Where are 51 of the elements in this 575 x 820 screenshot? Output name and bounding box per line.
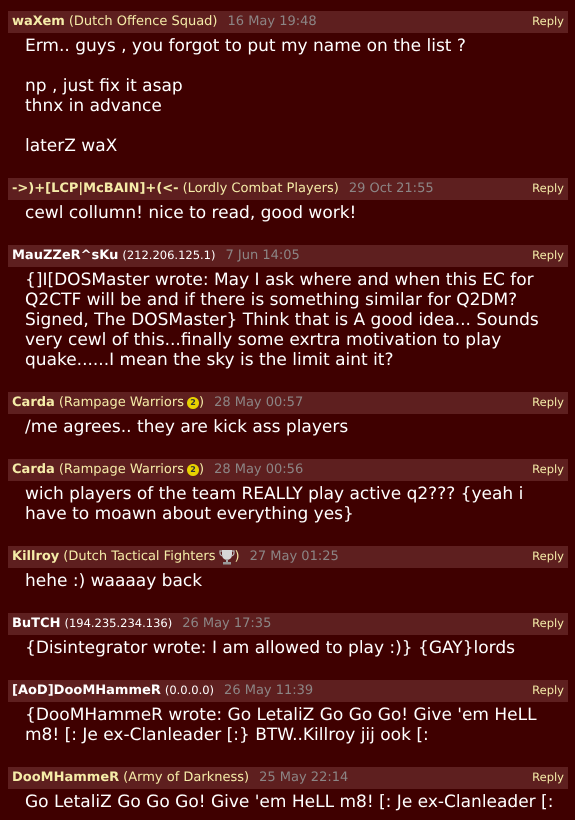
author-name: Carda: [12, 461, 55, 480]
medal-icon: 2: [187, 464, 199, 476]
affiliation-end: ): [199, 394, 204, 412]
comment-text: /me agrees.. they are kick ass players: [24, 416, 350, 439]
medal-icon: 2: [187, 397, 199, 409]
affiliation-end: ): [199, 461, 204, 480]
comment-date: 29 Oct 21:55: [348, 180, 434, 198]
reply-link[interactable]: Reply: [532, 247, 564, 265]
reply-link[interactable]: Reply: [532, 548, 564, 566]
comment-date: 26 May 17:35: [182, 615, 272, 634]
author-affiliation: (Army of Darkness): [123, 769, 250, 788]
comment-text: Go LetaliZ Go Go Go! Give 'em HeLL m8! [: Je ex-Clanleader [:: [24, 791, 554, 812]
reply-link[interactable]: Reply: [532, 394, 564, 412]
reply-link[interactable]: Reply: [532, 615, 564, 633]
comment-date: 25 May 22:14: [259, 769, 348, 788]
reply-link[interactable]: Reply: [532, 682, 564, 700]
comment-text: Erm.. guys , you forgot to put my name on the list ? np , just fix it asap thnx in advance laterZ waX: [24, 35, 467, 158]
comment-date: 28 May 00:56: [214, 461, 304, 480]
comment-text: cewl collumn! nice to read, good work!: [24, 202, 358, 225]
author-name: DooMHammeR: [12, 769, 120, 788]
comment-text: hehe :) waaaay back: [24, 570, 204, 593]
author-affiliation: (Dutch Tactical Fighters: [63, 548, 216, 566]
comment-date: 7 Jun 14:05: [225, 247, 300, 266]
author-affiliation: (Lordly Combat Players): [182, 180, 339, 198]
affiliation-end: ): [234, 548, 240, 566]
reply-link[interactable]: Reply: [532, 769, 564, 787]
reply-link[interactable]: Reply: [532, 461, 564, 479]
author-affiliation: (212.206.125.1): [122, 247, 216, 264]
comment-date: 28 May 00:57: [214, 394, 304, 412]
comment-text: {Disintegrator wrote: I am allowed to play :)} {GAY}lords: [24, 637, 516, 660]
author-affiliation: (0.0.0.0): [164, 682, 214, 700]
comment-date: 27 May 01:25: [250, 548, 339, 566]
author-affiliation: (Rampage Warriors: [58, 461, 184, 480]
author-name: Killroy: [12, 548, 60, 566]
comment-text: {DooMHammeR wrote: Go LetaliZ Go Go Go! Give 'em HeLL m8! [: Je ex-Clanleader [:} BTW..Killroy jij ook [:: [24, 704, 538, 747]
author-name: BuTCH: [12, 615, 60, 634]
reply-link[interactable]: Reply: [532, 13, 564, 31]
author-name: [AoD]DooMHammeR: [12, 682, 161, 700]
reply-link[interactable]: Reply: [532, 180, 564, 198]
comment-text: wich players of the team REALLY play active q2??? {yeah i have to moawn about everything yes}: [24, 483, 524, 526]
author-name: waXem: [12, 13, 65, 32]
author-affiliation: (Dutch Offence Squad): [68, 13, 218, 32]
comment-date: 16 May 19:48: [228, 13, 317, 32]
author-affiliation: (Rampage Warriors: [58, 394, 184, 412]
author-name: MauZZeR^sKu: [12, 247, 118, 266]
author-name: ->)+[LCP|McBAIN]+(<-: [12, 180, 179, 198]
comment-text: {]I[DOSMaster wrote: May I ask where and when this EC for Q2CTF will be and if there is something similar for Q2DM? Signed, The DOSMaster} Think that is A good idea... Sounds very cewl of this...finally some exrtra motivation to play quake......I mean the sky is the limit aint it?: [24, 269, 540, 372]
author-name: Carda: [12, 394, 55, 412]
comment-date: 26 May 11:39: [224, 682, 314, 700]
trophy-icon: [218, 549, 235, 565]
author-affiliation: (194.235.234.136): [64, 615, 172, 632]
